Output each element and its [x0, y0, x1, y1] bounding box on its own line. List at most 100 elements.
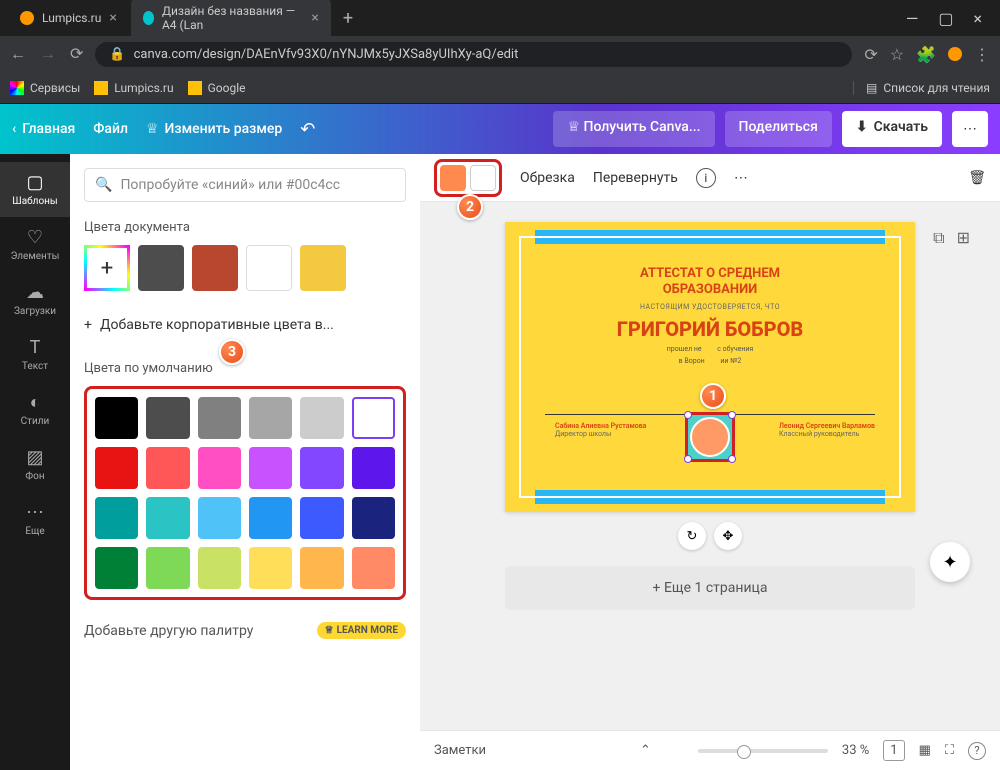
extension-icon[interactable]: 🧩: [916, 45, 936, 64]
info-icon[interactable]: i: [696, 168, 716, 188]
crop-button[interactable]: Обрезка: [520, 170, 575, 186]
elements-icon: ♡: [27, 227, 43, 248]
learn-more-button[interactable]: ♕LEARN MORE: [317, 622, 406, 639]
flip-button[interactable]: Перевернуть: [593, 170, 678, 186]
browser-tab-lumpics[interactable]: Lumpics.ru ×: [8, 4, 129, 32]
color-swatch[interactable]: [249, 497, 292, 539]
share-icon[interactable]: ⟳: [864, 45, 877, 64]
color-swatch[interactable]: [246, 245, 292, 291]
back-icon[interactable]: ←: [10, 44, 26, 64]
add-palette-label[interactable]: Добавьте другую палитру: [84, 623, 253, 639]
zoom-slider[interactable]: [698, 749, 828, 753]
color-swatch[interactable]: [300, 447, 343, 489]
bookmark-lumpics[interactable]: Lumpics.ru: [94, 81, 173, 95]
seal-circle[interactable]: [690, 417, 730, 457]
new-tab-button[interactable]: +: [333, 8, 363, 29]
download-button[interactable]: ⬇Скачать: [842, 111, 942, 147]
notes-button[interactable]: Заметки: [434, 743, 486, 758]
tools-sidebar: ▢Шаблоны ♡Элементы ☁Загрузки TТекст ◐Сти…: [0, 154, 70, 770]
bookmark-google[interactable]: Google: [188, 81, 246, 95]
color-search-input[interactable]: 🔍 Попробуйте «синий» или #00c4cc: [84, 168, 406, 202]
color-swatch[interactable]: [352, 397, 395, 439]
profile-avatar[interactable]: [948, 47, 962, 61]
close-icon[interactable]: ×: [311, 10, 318, 26]
color-swatch[interactable]: [300, 547, 343, 589]
home-button[interactable]: ‹Главная: [12, 121, 75, 137]
color-swatch[interactable]: [146, 447, 189, 489]
cert-name: ГРИГОРИЙ БОБРОВ: [505, 317, 915, 341]
add-page-button[interactable]: + Еще 1 страница: [505, 566, 915, 610]
get-pro-button[interactable]: ♕ Получить Canva...: [553, 111, 714, 147]
page-indicator[interactable]: 1: [883, 740, 904, 761]
minimize-icon[interactable]: —: [906, 9, 919, 28]
border-color-button[interactable]: [470, 165, 496, 191]
reading-list-button[interactable]: ▤Список для чтения: [853, 81, 990, 95]
menu-icon[interactable]: ⋮: [974, 45, 990, 64]
color-swatch[interactable]: [146, 397, 189, 439]
fullscreen-icon[interactable]: ⛶: [945, 743, 954, 758]
color-swatch[interactable]: [300, 397, 343, 439]
duplicate-page-icon[interactable]: ⧉: [933, 228, 944, 248]
sidebar-item-uploads[interactable]: ☁Загрузки: [0, 272, 70, 327]
color-swatch[interactable]: [249, 447, 292, 489]
element-toolbar: 2 Обрезка Перевернуть i ⋯ 🗑: [420, 154, 1000, 202]
color-panel: 🔍 Попробуйте «синий» или #00c4cc Цвета д…: [70, 154, 420, 770]
color-swatch[interactable]: [146, 497, 189, 539]
add-brand-colors-button[interactable]: +Добавьте корпоративные цвета в...: [84, 309, 406, 341]
sidebar-item-templates[interactable]: ▢Шаблоны: [0, 162, 70, 217]
color-swatch[interactable]: [300, 497, 343, 539]
add-color-button[interactable]: +: [84, 245, 130, 291]
color-swatch[interactable]: [198, 497, 241, 539]
add-page-icon[interactable]: ⊞: [957, 228, 970, 248]
more-button[interactable]: ⋯: [952, 111, 988, 147]
sidebar-item-more[interactable]: ⋯Еще: [0, 492, 70, 547]
bookmark-services[interactable]: Сервисы: [10, 81, 80, 95]
resize-button[interactable]: ♕Изменить размер: [146, 121, 282, 137]
close-window-icon[interactable]: ×: [973, 9, 982, 28]
palette-icon: ◐: [30, 392, 41, 413]
color-swatch[interactable]: [95, 397, 138, 439]
color-swatch[interactable]: [95, 497, 138, 539]
sidebar-item-text[interactable]: TТекст: [0, 327, 70, 382]
color-swatch[interactable]: [192, 245, 238, 291]
canvas-page[interactable]: АТТЕСТАТ О СРЕДНЕМ ОБРАЗОВАНИИ НАСТОЯЩИМ…: [505, 222, 915, 512]
folder-icon: [188, 81, 202, 95]
undo-icon[interactable]: ↶: [300, 119, 315, 140]
url-input[interactable]: 🔒 canva.com/design/DAEnVfv93X0/nYNJMx5yJ…: [95, 42, 852, 67]
color-swatch[interactable]: [352, 497, 395, 539]
help-icon[interactable]: ?: [968, 742, 986, 760]
sidebar-item-background[interactable]: ▨Фон: [0, 437, 70, 492]
color-swatch[interactable]: [146, 547, 189, 589]
move-icon[interactable]: ✥: [714, 522, 742, 550]
color-swatch[interactable]: [198, 547, 241, 589]
color-swatch[interactable]: [249, 547, 292, 589]
color-swatch[interactable]: [198, 447, 241, 489]
reload-icon[interactable]: ⟳: [70, 44, 83, 64]
magic-button[interactable]: ✦: [930, 542, 970, 582]
color-swatch[interactable]: [352, 447, 395, 489]
color-swatch[interactable]: [249, 397, 292, 439]
fill-color-button[interactable]: [440, 165, 466, 191]
color-swatch[interactable]: [95, 447, 138, 489]
file-button[interactable]: Файл: [93, 121, 128, 137]
more-icon[interactable]: ⋯: [734, 170, 748, 186]
star-icon[interactable]: ☆: [890, 45, 904, 64]
share-button[interactable]: Поделиться: [725, 111, 832, 147]
color-swatch[interactable]: [95, 547, 138, 589]
zoom-value[interactable]: 33 %: [842, 743, 869, 758]
color-swatch[interactable]: [352, 547, 395, 589]
grid-view-icon[interactable]: ▦: [919, 743, 931, 758]
forward-icon[interactable]: →: [40, 44, 56, 64]
rotate-icon[interactable]: ↻: [678, 522, 706, 550]
maximize-icon[interactable]: ▢: [938, 9, 953, 28]
sidebar-item-elements[interactable]: ♡Элементы: [0, 217, 70, 272]
sidebar-item-styles[interactable]: ◐Стили: [0, 382, 70, 437]
color-swatch[interactable]: [138, 245, 184, 291]
color-swatch[interactable]: [198, 397, 241, 439]
chevron-up-icon[interactable]: ⌃: [640, 743, 651, 758]
close-icon[interactable]: ×: [109, 10, 116, 26]
color-swatch[interactable]: [300, 245, 346, 291]
selected-element[interactable]: 1: [685, 412, 735, 462]
browser-tab-canva[interactable]: Дизайн без названия — A4 (Lan ×: [131, 0, 331, 38]
delete-button[interactable]: 🗑: [968, 170, 986, 186]
